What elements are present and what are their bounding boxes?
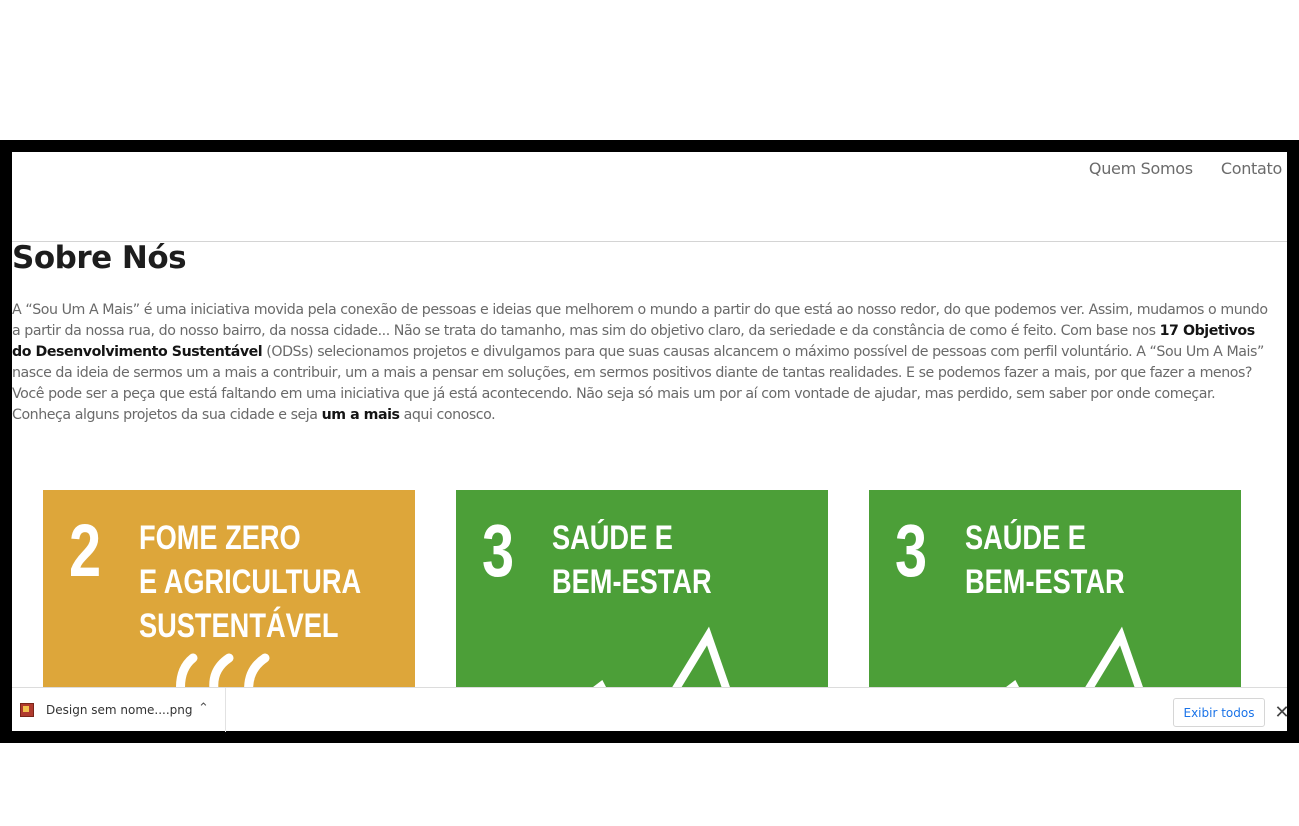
- about-text: A “Sou Um A Mais” é uma iniciativa movid…: [12, 300, 1274, 426]
- sdg-card-fome-zero[interactable]: 2 FOME ZERO E AGRICULTURA SUSTENTÁVEL: [43, 490, 415, 687]
- um-a-mais-highlight: um a mais: [321, 407, 400, 423]
- download-item[interactable]: Design sem nome....png ⌃: [12, 688, 226, 732]
- download-file-name: Design sem nome....png: [46, 703, 193, 717]
- sdg-card-saude[interactable]: 3 SAÚDE E BEM-ESTAR: [456, 490, 828, 687]
- close-icon[interactable]: ✕: [1274, 702, 1290, 723]
- top-nav: Quem Somos Contato: [1089, 159, 1282, 178]
- about-paragraph-1-start: A “Sou Um A Mais” é uma iniciativa movid…: [12, 302, 1268, 339]
- bowl-icon: [176, 653, 270, 687]
- chevron-up-icon[interactable]: ⌃: [198, 701, 209, 716]
- page-title: Sobre Nós: [12, 240, 187, 276]
- heartbeat-icon: [593, 626, 730, 687]
- download-bar: Design sem nome....png ⌃ Exibir todos: [12, 687, 1287, 732]
- header-divider: [12, 241, 1287, 242]
- about-paragraph-2-end: aqui conosco.: [399, 407, 496, 423]
- sdg-card-saude-2[interactable]: 3 SAÚDE E BEM-ESTAR: [869, 490, 1241, 687]
- nav-link-quem-somos[interactable]: Quem Somos: [1089, 159, 1193, 178]
- nav-link-contato[interactable]: Contato: [1221, 159, 1282, 178]
- image-file-icon: [20, 703, 34, 717]
- heartbeat-icon: [1006, 626, 1143, 687]
- about-paragraph-2-start: Você pode ser a peça que está faltando e…: [12, 386, 1216, 423]
- show-all-downloads-button[interactable]: Exibir todos: [1173, 698, 1265, 727]
- browser-viewport: Quem Somos Contato Sobre Nós A “Sou Um A…: [12, 152, 1287, 687]
